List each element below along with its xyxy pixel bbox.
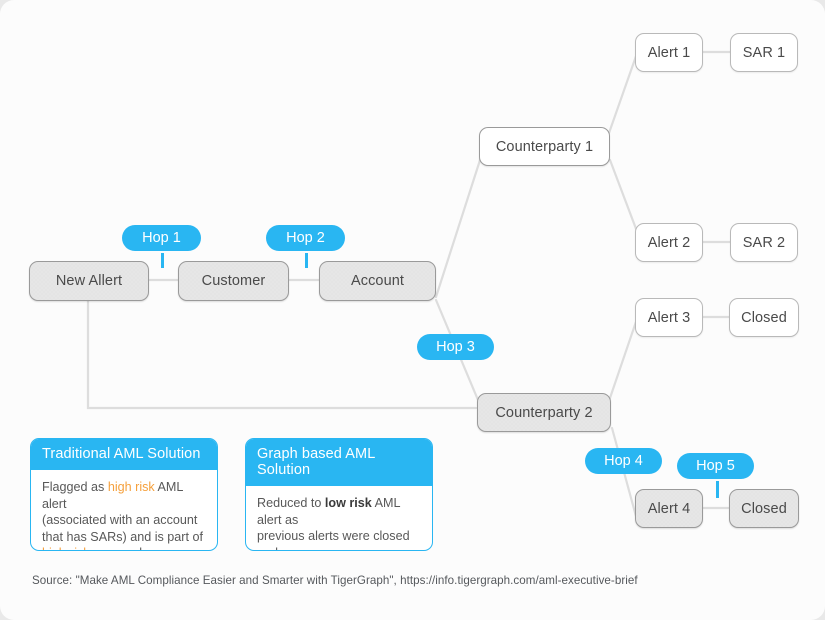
node-new-allert[interactable]: New Allert xyxy=(29,261,149,301)
node-label: Closed xyxy=(741,309,787,326)
node-label: SAR 1 xyxy=(742,44,786,61)
node-alert-1[interactable]: Alert 1 xyxy=(635,33,703,72)
node-label: Alert 4 xyxy=(647,500,691,517)
node-alert-4[interactable]: Alert 4 xyxy=(635,489,703,528)
hop-tick-1 xyxy=(161,253,164,268)
node-label: Customer xyxy=(201,273,266,289)
hop-label: Hop 4 xyxy=(604,453,643,469)
hop-tick-2 xyxy=(305,253,308,268)
legend-highlight: high risk xyxy=(107,480,155,494)
legend-title: Graph based AML Solution xyxy=(246,439,432,486)
node-label: New Allert xyxy=(55,273,123,289)
legend-body: Reduced to low risk AML alert as previou… xyxy=(246,486,432,550)
node-sar-1[interactable]: SAR 1 xyxy=(730,33,798,72)
node-alert-2[interactable]: Alert 2 xyxy=(635,223,703,262)
hop-label: Hop 3 xyxy=(436,339,475,355)
node-label: Alert 2 xyxy=(647,234,691,251)
legend-text: that has SARs) and is part of xyxy=(42,529,204,544)
node-label: Closed xyxy=(741,500,787,517)
node-label: Account xyxy=(350,273,405,289)
node-closed-4[interactable]: Closed xyxy=(729,489,799,528)
legend-card-traditional: Traditional AML Solution Flagged as high… xyxy=(30,438,218,551)
node-label: Alert 3 xyxy=(647,309,691,326)
legend-title: Traditional AML Solution xyxy=(31,439,217,470)
diagram-canvas: New Allert Customer Account Counterparty… xyxy=(0,0,825,620)
legend-body: Flagged as high risk AML alert (associat… xyxy=(31,470,217,550)
hop-label: Hop 2 xyxy=(286,230,325,246)
node-counterparty-1[interactable]: Counterparty 1 xyxy=(479,127,610,166)
hop-tick-5 xyxy=(716,481,719,498)
legend-card-graph-based: Graph based AML Solution Reduced to low … xyxy=(245,438,433,551)
legend-text: geography xyxy=(90,546,153,550)
node-label: Alert 1 xyxy=(647,44,691,61)
node-label: Counterparty 2 xyxy=(495,404,593,421)
node-label: Counterparty 1 xyxy=(495,138,594,155)
edge-newallert-counterparty2 xyxy=(86,299,478,410)
node-sar-2[interactable]: SAR 2 xyxy=(730,223,798,262)
hop-label: Hop 1 xyxy=(142,230,181,246)
hop-badge-5[interactable]: Hop 5 xyxy=(677,453,754,479)
node-alert-3[interactable]: Alert 3 xyxy=(635,298,703,337)
node-customer[interactable]: Customer xyxy=(178,261,289,301)
legend-text: Flagged as xyxy=(42,480,108,494)
hop-label: Hop 5 xyxy=(696,458,735,474)
node-counterparty-2[interactable]: Counterparty 2 xyxy=(477,393,611,432)
hop-badge-4[interactable]: Hop 4 xyxy=(585,448,662,474)
legend-text: previous alerts were closed and xyxy=(257,529,410,550)
node-label: SAR 2 xyxy=(742,234,786,251)
hop-badge-1[interactable]: Hop 1 xyxy=(122,225,201,251)
source-caption: Source: "Make AML Compliance Easier and … xyxy=(32,574,638,587)
legend-highlight: high-risk xyxy=(42,546,90,550)
node-account[interactable]: Account xyxy=(319,261,436,301)
hop-badge-3[interactable]: Hop 3 xyxy=(417,334,494,360)
node-closed-3[interactable]: Closed xyxy=(729,298,799,337)
edge-counterparty2-alert4 xyxy=(610,426,639,522)
edge-account-counterparty1 xyxy=(434,155,483,299)
legend-bold: low risk xyxy=(324,496,372,510)
hop-badge-2[interactable]: Hop 2 xyxy=(266,225,345,251)
legend-text: Reduced to xyxy=(257,496,325,510)
legend-text: (associated with an account xyxy=(42,513,198,527)
